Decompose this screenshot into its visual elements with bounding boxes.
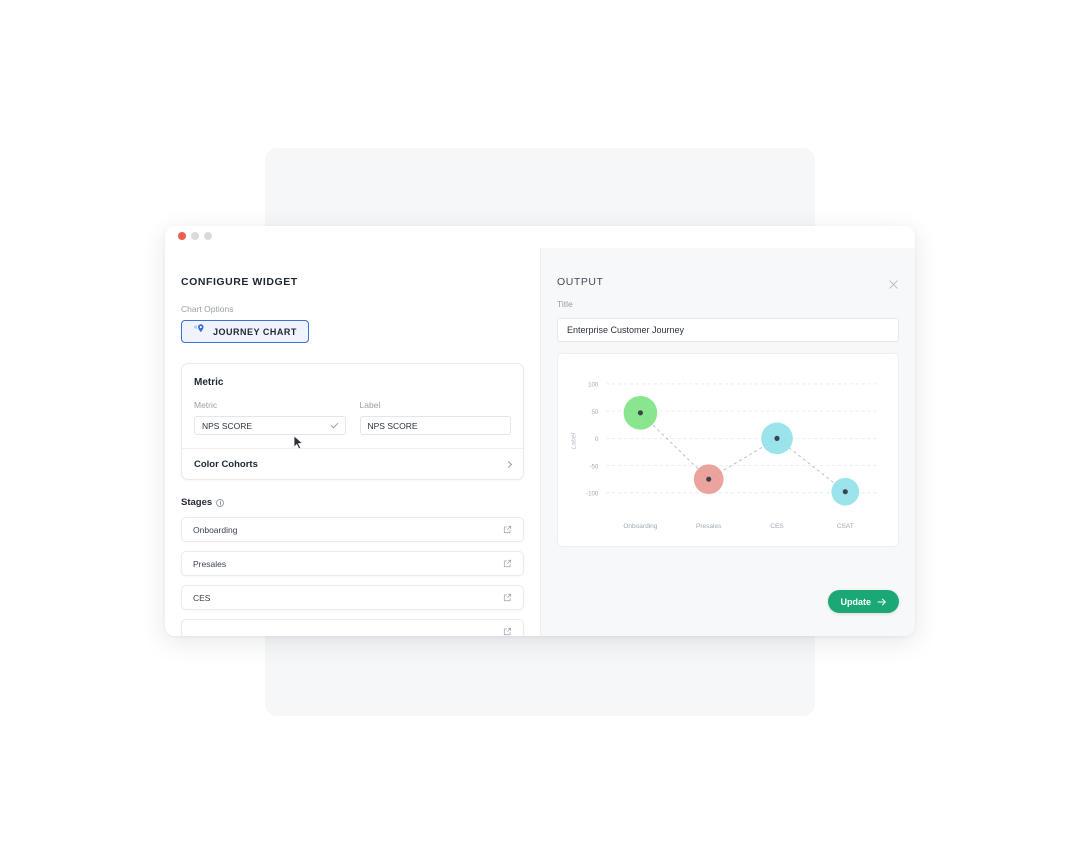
output-title: OUTPUT	[557, 276, 604, 288]
y-axis-tick-label: -50	[589, 463, 598, 470]
title-input[interactable]: Enterprise Customer Journey	[557, 318, 899, 342]
stages-list: Onboarding Presales CES	[181, 517, 524, 636]
stage-name: CES	[193, 592, 211, 603]
y-axis-tick-label: 0	[595, 436, 599, 443]
close-icon[interactable]	[888, 277, 899, 289]
chart-svg: 100 50 0 -50 -100 Label Onboarding Presales CES C…	[571, 382, 880, 530]
metric-select[interactable]: NPS SCORE	[194, 416, 346, 435]
connector-line	[640, 412, 846, 493]
title-input-value: Enterprise Customer Journey	[567, 325, 685, 335]
x-axis-tick-label: CSAT	[837, 523, 854, 530]
color-cohorts-label: Color Cohorts	[194, 458, 258, 470]
stages-label: Stages	[181, 497, 213, 508]
y-axis-title: Label	[571, 432, 578, 449]
window-minimize-dot[interactable]	[191, 232, 199, 240]
journey-pin-icon	[193, 323, 206, 341]
update-button-label: Update	[840, 596, 871, 607]
metric-card-title: Metric	[194, 377, 224, 388]
y-axis-tick-label: 50	[592, 409, 599, 416]
stage-row[interactable]	[181, 619, 524, 636]
edit-icon[interactable]	[503, 525, 512, 534]
chevron-right-icon	[504, 460, 513, 468]
window-close-dot[interactable]	[178, 232, 186, 240]
data-point-marker[interactable]	[706, 476, 712, 482]
edit-icon[interactable]	[503, 627, 512, 636]
stage-name: Onboarding	[193, 524, 238, 535]
metric-select-group: Metric NPS SCORE	[194, 400, 346, 435]
journey-chart: 100 50 0 -50 -100 Label Onboarding Presales CES C…	[557, 353, 899, 547]
stage-row[interactable]: CES	[181, 585, 524, 610]
metric-select-label: Metric	[194, 400, 218, 410]
info-icon[interactable]	[216, 498, 225, 507]
chart-option-button-label: JOURNEY CHART	[213, 326, 297, 337]
metric-select-value: NPS SCORE	[202, 420, 253, 431]
page-title: CONFIGURE WIDGET	[181, 276, 298, 288]
background-card-bottom	[265, 630, 815, 716]
data-point-marker[interactable]	[637, 410, 643, 416]
window-maximize-dot[interactable]	[204, 232, 212, 240]
x-axis-tick-label: Onboarding	[623, 523, 657, 530]
configure-widget-panel: CONFIGURE WIDGET Chart Options JOURNEY C…	[165, 248, 540, 636]
output-panel: OUTPUT Title Enterprise Customer Journey…	[540, 248, 915, 636]
stage-row[interactable]: Presales	[181, 551, 524, 576]
output-header: OUTPUT	[557, 276, 899, 289]
window-titlebar	[165, 226, 915, 248]
window-body: CONFIGURE WIDGET Chart Options JOURNEY C…	[165, 248, 915, 636]
data-point-marker[interactable]	[774, 435, 780, 441]
metric-card: Metric Metric NPS SCORE Label NPS SCORE …	[181, 363, 524, 480]
metric-fields: Metric NPS SCORE Label NPS SCORE	[182, 388, 523, 448]
chevron-down-icon	[330, 420, 338, 428]
stage-row[interactable]: Onboarding	[181, 517, 524, 542]
metric-label-label: Label	[359, 400, 381, 410]
x-axis-tick-label: CES	[770, 523, 784, 530]
y-axis-tick-label: 100	[588, 382, 599, 389]
metric-label-value: NPS SCORE	[367, 420, 418, 431]
screenshot-root: CONFIGURE WIDGET Chart Options JOURNEY C…	[0, 0, 1080, 864]
x-axis-tick-label: Presales	[696, 523, 722, 530]
stage-name: Presales	[193, 558, 227, 569]
stages-header: Stages	[181, 497, 524, 508]
metric-label-input[interactable]: NPS SCORE	[359, 416, 511, 435]
app-window: CONFIGURE WIDGET Chart Options JOURNEY C…	[165, 226, 915, 636]
edit-icon[interactable]	[503, 593, 512, 602]
data-point-marker[interactable]	[842, 489, 848, 495]
edit-icon[interactable]	[503, 559, 512, 568]
y-axis-tick-label: -100	[586, 491, 599, 498]
color-cohorts-row[interactable]: Color Cohorts	[182, 448, 523, 479]
chart-option-journey-chart-button[interactable]: JOURNEY CHART	[181, 320, 309, 343]
metric-card-header: Metric	[182, 364, 523, 388]
chart-options-label: Chart Options	[181, 304, 234, 314]
metric-label-group: Label NPS SCORE	[359, 400, 511, 435]
title-field-label: Title	[557, 299, 573, 309]
update-button[interactable]: Update	[828, 590, 899, 613]
arrow-right-icon	[877, 593, 887, 611]
